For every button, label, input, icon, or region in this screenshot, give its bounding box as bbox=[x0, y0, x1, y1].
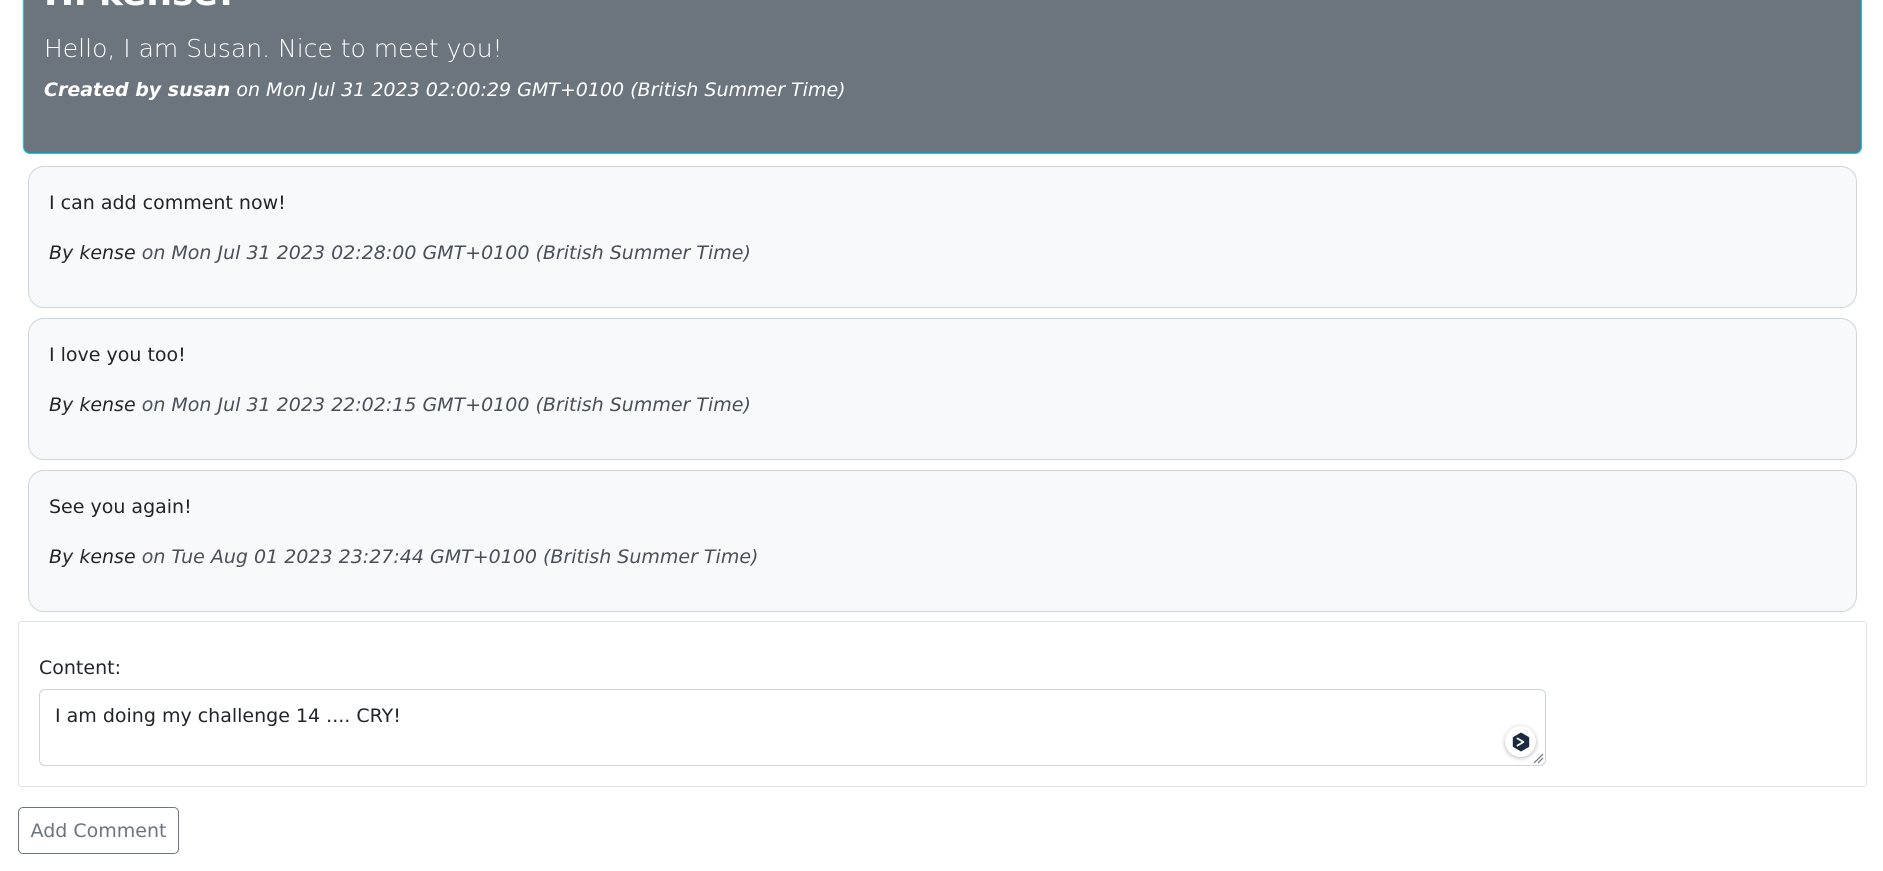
assistant-extension-glyph bbox=[1512, 732, 1529, 751]
post-meta: Created by susan on Mon Jul 31 2023 02:0… bbox=[44, 79, 846, 101]
comment-date: on Mon Jul 31 2023 22:02:15 GMT+0100 (Br… bbox=[135, 394, 751, 416]
comment-card: I love you too! By kense on Mon Jul 31 2… bbox=[28, 318, 1857, 460]
add-comment-button[interactable]: Add Comment bbox=[18, 807, 179, 854]
comment-text: I can add comment now! bbox=[49, 192, 286, 214]
comment-date: on Tue Aug 01 2023 23:27:44 GMT+0100 (Br… bbox=[135, 546, 759, 568]
comment-date: on Mon Jul 31 2023 02:28:00 GMT+0100 (Br… bbox=[135, 242, 751, 264]
post-card: Hi kense! Hello, I am Susan. Nice to mee… bbox=[23, 0, 1862, 154]
comment-text: I love you too! bbox=[49, 344, 186, 366]
content-textarea[interactable]: I am doing my challenge 14 .... CRY! bbox=[39, 689, 1546, 766]
post-date: on Mon Jul 31 2023 02:00:29 GMT+0100 (Br… bbox=[230, 79, 846, 101]
page: Hi kense! Hello, I am Susan. Nice to mee… bbox=[0, 0, 1883, 871]
comment-meta: By kense on Tue Aug 01 2023 23:27:44 GMT… bbox=[49, 545, 758, 569]
comment-form: Content: I am doing my challenge 14 ....… bbox=[18, 621, 1867, 787]
resize-grip-icon[interactable] bbox=[1532, 752, 1544, 764]
comment-meta: By kense on Mon Jul 31 2023 22:02:15 GMT… bbox=[49, 393, 751, 417]
comment-author: By kense bbox=[49, 546, 136, 568]
post-author: Created by susan bbox=[44, 79, 231, 101]
post-body: Hello, I am Susan. Nice to meet you! bbox=[44, 34, 503, 63]
comment-meta: By kense on Mon Jul 31 2023 02:28:00 GMT… bbox=[49, 241, 751, 265]
comment-card: See you again! By kense on Tue Aug 01 20… bbox=[28, 470, 1857, 612]
comment-card: I can add comment now! By kense on Mon J… bbox=[28, 166, 1857, 308]
post-title: Hi kense! bbox=[44, 0, 234, 12]
comment-text: See you again! bbox=[49, 496, 192, 518]
content-label: Content: bbox=[39, 657, 121, 679]
comment-author: By kense bbox=[49, 242, 136, 264]
comment-author: By kense bbox=[49, 394, 136, 416]
